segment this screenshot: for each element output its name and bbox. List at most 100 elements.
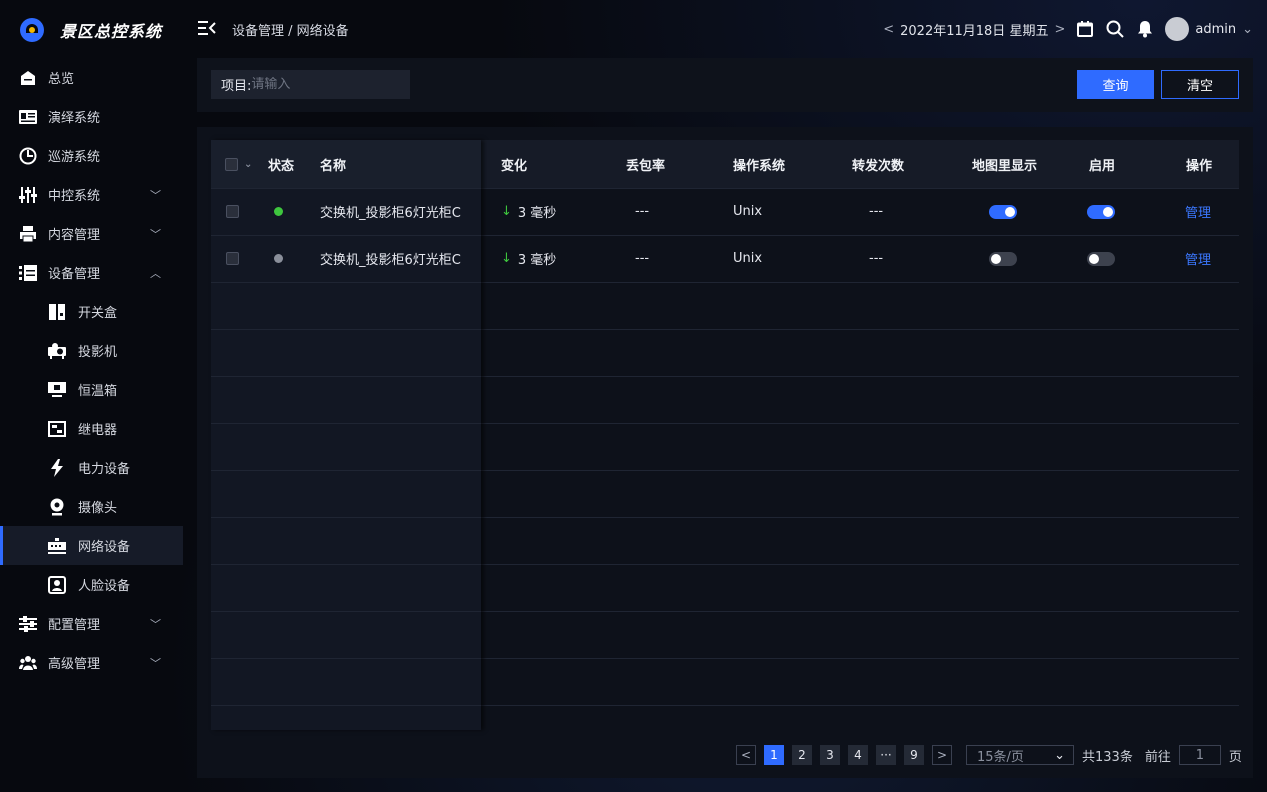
next-page-icon[interactable]: > <box>932 745 952 765</box>
manage-link[interactable]: 管理 <box>1185 235 1211 282</box>
query-button[interactable]: 查询 <box>1077 70 1154 99</box>
sidebar-item-label: 开关盒 <box>78 306 118 321</box>
operating-system: Unix <box>733 204 763 219</box>
table-panel: ⌄ 状态 名称 交换机_投影柜6灯光柜C 交换机_投影柜6灯光柜C 变化 丢包率… <box>197 127 1253 778</box>
enabled-toggle[interactable] <box>1087 251 1115 266</box>
select-all-control[interactable]: ⌄ <box>225 140 252 188</box>
sidebar-item-label: 电力设备 <box>78 462 131 477</box>
sidebar-item-label: 总览 <box>48 72 75 87</box>
show-on-map-cell <box>989 235 1017 282</box>
logo-icon <box>20 18 44 42</box>
collapse-menu-icon[interactable] <box>198 20 216 36</box>
sidebar-subitem-face[interactable]: 人脸设备 <box>0 565 183 604</box>
sidebar-subitem-relay[interactable]: 继电器 <box>0 409 183 448</box>
chevron-down-icon: ﹀ <box>150 656 161 670</box>
logo: 景区总控系统 <box>20 18 162 42</box>
arrow-down-icon: ↓ <box>501 204 512 219</box>
thermostat-box-icon <box>48 381 66 399</box>
manage-link[interactable]: 管理 <box>1185 188 1211 235</box>
next-date-icon[interactable]: > <box>1054 22 1065 37</box>
pagination: < 1 2 3 4 ··· 9 > 15条/页 ⌄ 共133条 前往 1 页 <box>736 745 1242 765</box>
chevron-down-icon: ﹀ <box>150 617 161 631</box>
sidebar-item-devices[interactable]: 设备管理 ︿ <box>0 253 183 292</box>
page-1[interactable]: 1 <box>764 745 784 765</box>
page-size-value: 15条/页 <box>977 749 1024 765</box>
sidebar-item-control[interactable]: 中控系统 ﹀ <box>0 175 183 214</box>
column-header-enabled: 启用 <box>1089 158 1116 174</box>
sidebar-item-performance[interactable]: 演绎系统 <box>0 97 183 136</box>
project-filter: 项目: <box>211 70 410 99</box>
sidebar-subitem-power[interactable]: 电力设备 <box>0 448 183 487</box>
camera-icon <box>48 498 66 516</box>
prev-date-icon[interactable]: < <box>883 22 894 37</box>
sidebar-item-tour[interactable]: 巡游系统 <box>0 136 183 175</box>
device-list-icon <box>19 264 37 282</box>
page-ellipsis[interactable]: ··· <box>876 745 896 765</box>
sliders-icon <box>19 186 37 204</box>
sidebar-item-label: 摄像头 <box>78 501 118 516</box>
sidebar-item-label: 巡游系统 <box>48 150 101 165</box>
sidebar-subitem-thermostat[interactable]: 恒温箱 <box>0 370 183 409</box>
row-checkbox-cell <box>226 235 239 282</box>
sidebar-item-label: 投影机 <box>78 345 118 360</box>
row-checkbox[interactable] <box>226 252 239 265</box>
arrow-down-icon: ↓ <box>501 251 512 266</box>
sidebar-item-advanced[interactable]: 高级管理 ﹀ <box>0 643 183 682</box>
enabled-toggle[interactable] <box>1087 204 1115 219</box>
sidebar-subitem-network[interactable]: 网络设备 <box>0 526 183 565</box>
page-size-select[interactable]: 15条/页 ⌄ <box>966 745 1074 765</box>
lightning-icon <box>48 458 66 477</box>
device-table: ⌄ 状态 名称 交换机_投影柜6灯光柜C 交换机_投影柜6灯光柜C 变化 丢包率… <box>211 140 1239 730</box>
sidebar-subitem-camera[interactable]: 摄像头 <box>0 487 183 526</box>
sidebar-item-content[interactable]: 内容管理 ﹀ <box>0 214 183 253</box>
page-4[interactable]: 4 <box>848 745 868 765</box>
goto-page-input[interactable]: 1 <box>1178 745 1221 765</box>
select-all-checkbox[interactable] <box>225 157 238 171</box>
row-checkbox[interactable] <box>226 205 239 218</box>
show-on-map-cell <box>989 188 1017 235</box>
clear-button[interactable]: 清空 <box>1161 70 1239 99</box>
date-nav: < 2022年11月18日 星期五 > <box>883 20 1065 39</box>
calendar-icon[interactable] <box>1075 19 1095 39</box>
avatar <box>1165 17 1190 41</box>
top-bar: 景区总控系统 设备管理 / 网络设备 < 2022年11月18日 星期五 > a… <box>0 0 1267 58</box>
face-device-icon <box>48 575 66 594</box>
goto-label: 前往 <box>1144 749 1171 765</box>
projector-icon <box>48 342 66 360</box>
app-title: 景区总控系统 <box>60 22 163 41</box>
column-header-forwards: 转发次数 <box>852 158 905 174</box>
project-input[interactable] <box>251 77 392 92</box>
enabled-cell <box>1087 235 1115 282</box>
column-header-name: 名称 <box>320 158 347 174</box>
sidebar-item-config[interactable]: 配置管理 ﹀ <box>0 604 183 643</box>
page-last[interactable]: 9 <box>904 745 924 765</box>
status-dot-online <box>274 207 283 216</box>
packet-loss: --- <box>635 204 650 219</box>
compass-icon <box>19 147 37 165</box>
frozen-columns: ⌄ 状态 名称 交换机_投影柜6灯光柜C 交换机_投影柜6灯光柜C <box>211 140 481 730</box>
search-icon[interactable] <box>1105 19 1125 39</box>
column-header-show-on-map: 地图里显示 <box>972 158 1038 174</box>
switch-box-icon <box>48 303 66 321</box>
chevron-down-icon: ⌄ <box>1242 21 1253 37</box>
bell-icon[interactable] <box>1135 19 1155 39</box>
change-cell: ↓ 3 毫秒 <box>501 188 556 235</box>
prev-page-icon[interactable]: < <box>736 745 756 765</box>
column-header-change: 变化 <box>501 158 528 174</box>
page-2[interactable]: 2 <box>792 745 812 765</box>
sidebar-subitem-projector[interactable]: 投影机 <box>0 331 183 370</box>
sidebar-item-label: 网络设备 <box>78 540 131 555</box>
sidebar-item-label: 演绎系统 <box>48 111 101 126</box>
page-3[interactable]: 3 <box>820 745 840 765</box>
change-cell: ↓ 3 毫秒 <box>501 235 556 282</box>
sidebar-subitem-switch-box[interactable]: 开关盒 <box>0 292 183 331</box>
sidebar: 总览 演绎系统 巡游系统 中控系统 ﹀ 内容管理 ﹀ 设备管理 ︿ 开关盒 投影… <box>0 58 183 792</box>
user-menu[interactable]: admin ⌄ <box>1165 17 1253 41</box>
chevron-down-icon[interactable]: ⌄ <box>244 159 252 170</box>
show-on-map-toggle[interactable] <box>989 204 1017 219</box>
forward-count: --- <box>869 204 884 219</box>
show-on-map-toggle[interactable] <box>989 251 1017 266</box>
sidebar-item-overview[interactable]: 总览 <box>0 58 183 97</box>
sidebar-item-label: 中控系统 <box>48 189 101 204</box>
device-name: 交换机_投影柜6灯光柜C <box>320 253 461 268</box>
